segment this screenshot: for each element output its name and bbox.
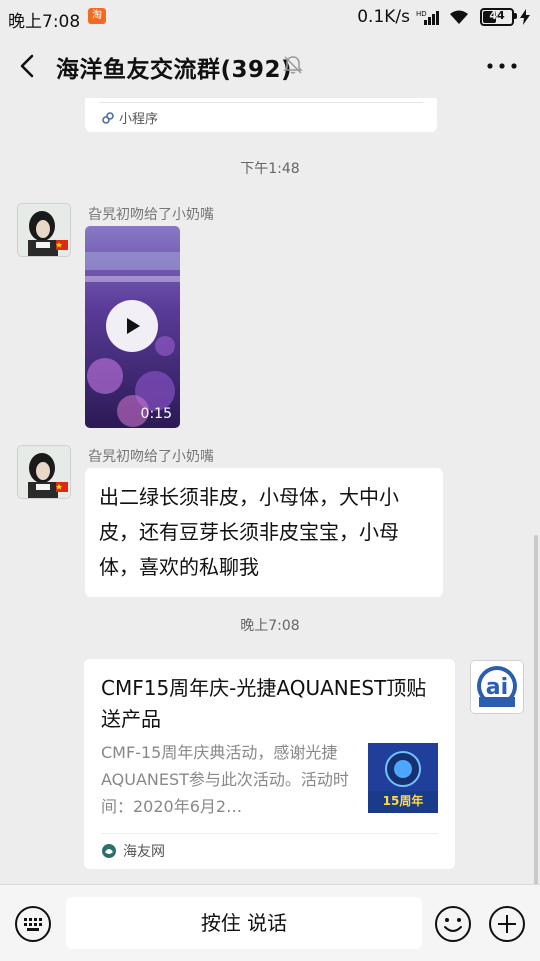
thumbnail-caption: 15周年 [382, 794, 424, 808]
link-card-source: 海友网 [101, 841, 165, 861]
mini-program-source: 小程序 [101, 108, 158, 127]
avatar-image [18, 446, 70, 498]
plus-icon[interactable] [488, 905, 526, 943]
input-bar: 按住 说话 [0, 884, 540, 961]
status-indicators: 0.1K/s HD 44 [357, 7, 530, 27]
mini-program-card[interactable]: 小程序 [85, 98, 437, 132]
svg-text:ai: ai [486, 675, 508, 700]
play-icon [127, 318, 140, 334]
signal-icon: HD [416, 10, 439, 25]
chat-message-list[interactable]: 小程序 下午1:48 旮旯初吻给了小奶嘴 0:15 旮旯初吻给了小奶嘴 出二绿长… [0, 98, 540, 884]
message-timestamp: 下午1:48 [240, 161, 300, 177]
emoji-icon[interactable] [434, 905, 472, 943]
chat-header: 海洋鱼友交流群(392) [0, 34, 540, 98]
app-notification-icon: 淘 [88, 8, 106, 24]
source-name: 海友网 [123, 844, 165, 860]
play-button[interactable] [106, 300, 158, 352]
video-duration: 0:15 [140, 406, 172, 422]
mini-program-icon [102, 111, 114, 124]
mini-program-label: 小程序 [119, 112, 159, 127]
sender-name: 旮旯初吻给了小奶嘴 [88, 449, 214, 465]
wifi-icon [450, 10, 468, 24]
back-arrow-icon[interactable] [14, 52, 42, 80]
message-timestamp: 晚上7:08 [240, 618, 300, 634]
card-divider [101, 833, 438, 834]
avatar-image: ai [471, 661, 523, 713]
svg-text:HD: HD [416, 10, 427, 18]
status-bar: 晚上7:08 淘 0.1K/s HD 44 [0, 0, 540, 34]
avatar-image [18, 204, 70, 256]
sender-avatar[interactable] [17, 445, 71, 499]
network-speed: 0.1K/s [357, 7, 410, 27]
card-divider [99, 102, 423, 103]
link-card-description: CMF-15周年庆典活动，感谢光捷AQUANEST参与此次活动。活动时间：202… [101, 743, 349, 816]
chat-title: 海洋鱼友交流群(392) [56, 57, 293, 83]
battery-level: 44 [489, 9, 505, 22]
chat-scrollbar[interactable] [534, 535, 538, 885]
source-logo-icon [102, 844, 116, 858]
charging-bolt-icon [520, 9, 530, 25]
my-avatar[interactable]: ai [470, 660, 524, 714]
keyboard-icon[interactable] [14, 905, 52, 943]
link-share-card[interactable]: CMF15周年庆-光捷AQUANEST顶贴送产品 CMF-15周年庆典活动，感谢… [84, 659, 455, 869]
more-dots-icon[interactable] [484, 56, 520, 76]
status-time: 晚上7:08 [8, 12, 81, 32]
link-card-thumbnail: 15周年 [368, 743, 438, 813]
battery-icon: 44 [480, 8, 517, 26]
link-card-title: CMF15周年庆-光捷AQUANEST顶贴送产品 [101, 676, 427, 731]
hold-to-talk-button[interactable]: 按住 说话 [66, 897, 422, 949]
text-message-bubble[interactable]: 出二绿长须非皮，小母体，大中小皮，还有豆芽长须非皮宝宝，小母体，喜欢的私聊我 [85, 468, 443, 597]
mute-bell-icon [283, 56, 303, 74]
sender-name: 旮旯初吻给了小奶嘴 [88, 207, 214, 223]
sender-avatar[interactable] [17, 203, 71, 257]
video-message[interactable]: 0:15 [85, 226, 180, 428]
